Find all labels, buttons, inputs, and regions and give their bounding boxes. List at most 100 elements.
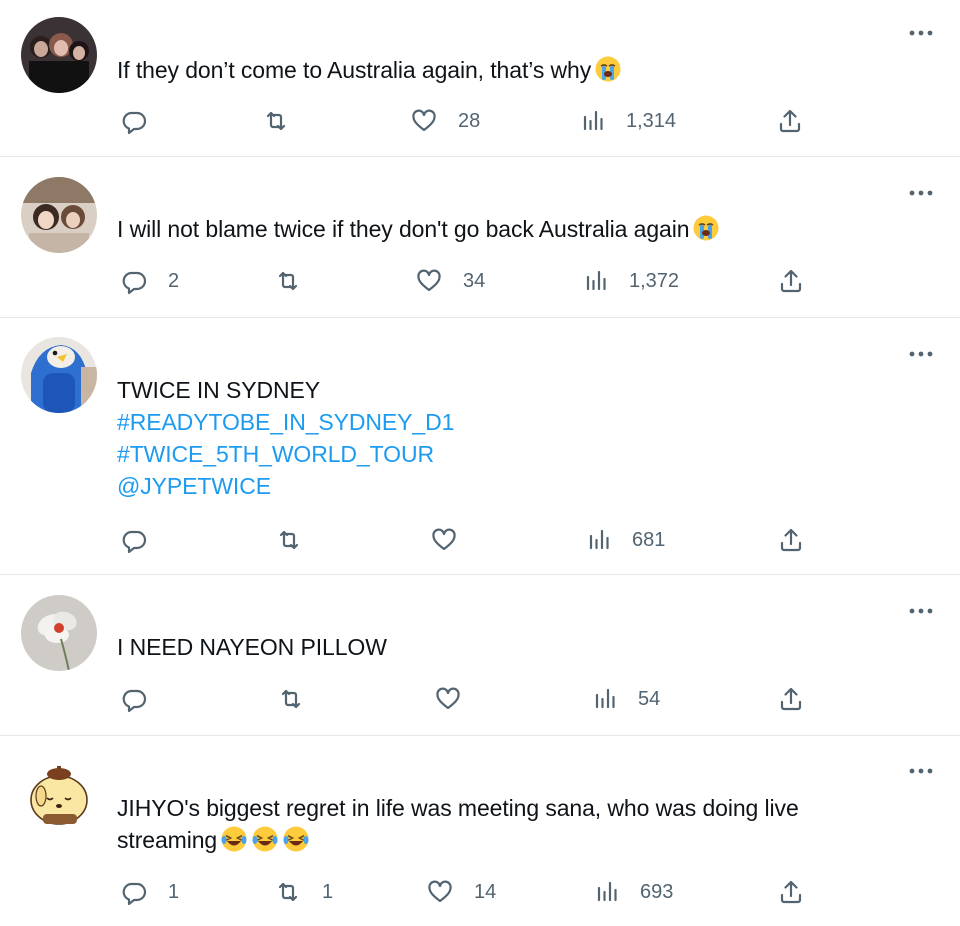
bar-chart-icon: [588, 528, 612, 552]
share-icon: [777, 267, 805, 295]
more-options-icon[interactable]: [908, 188, 934, 198]
share-icon: [777, 526, 805, 554]
view-count: 1,314: [626, 109, 677, 132]
retweet-icon: [275, 526, 303, 554]
heart-icon: [434, 685, 462, 713]
reply-count: 2: [168, 269, 180, 292]
tweet-actions: 54: [0, 684, 960, 714]
more-options-icon[interactable]: [908, 766, 934, 776]
views-button[interactable]: 1,314: [582, 106, 676, 136]
tweet[interactable]: TWICE IN SYDNEY #READYTOBE_IN_SYDNEY_D1 …: [0, 318, 960, 574]
like-button[interactable]: [430, 525, 478, 555]
tweet[interactable]: I NEED NAYEON PILLOW 54: [0, 575, 960, 735]
share-icon: [776, 107, 804, 135]
laughing-tears-emoji: [282, 825, 310, 853]
tweet-actions: 2 34 1,372: [0, 266, 960, 296]
tweet-text-line: I NEED NAYEON PILLOW: [117, 634, 387, 660]
flower-avatar[interactable]: [21, 595, 97, 671]
tweet-actions: 28 1,314: [0, 106, 960, 136]
retweet-button[interactable]: [274, 266, 322, 296]
tweet-text-line: I will not blame twice if they don't go …: [117, 216, 690, 242]
tweet-text: TWICE IN SYDNEY #READYTOBE_IN_SYDNEY_D1 …: [117, 374, 900, 502]
like-button[interactable]: 28: [410, 106, 480, 136]
bar-chart-icon: [594, 687, 618, 711]
tweet-text-line: JIHYO's biggest regret in life was meeti…: [117, 795, 799, 821]
like-button[interactable]: 14: [426, 877, 496, 907]
heart-icon: [430, 526, 458, 554]
more-options-icon[interactable]: [908, 28, 934, 38]
reply-icon: [120, 107, 148, 135]
like-count: 34: [463, 269, 486, 292]
reply-button[interactable]: 1: [120, 877, 179, 907]
view-count: 54: [638, 687, 661, 710]
views-button[interactable]: 1,372: [585, 266, 679, 296]
views-button[interactable]: 681: [588, 525, 665, 555]
hashtag-link[interactable]: #TWICE_5TH_WORLD_TOUR: [117, 438, 900, 470]
like-button[interactable]: 34: [415, 266, 485, 296]
tweet-actions: 1 1 14 693: [0, 877, 960, 907]
retweet-button[interactable]: 1: [274, 877, 333, 907]
tweet[interactable]: JIHYO's biggest regret in life was meeti…: [0, 736, 960, 926]
retweet-button[interactable]: [277, 684, 325, 714]
more-options-icon[interactable]: [908, 349, 934, 359]
share-icon: [777, 685, 805, 713]
reply-icon: [120, 267, 148, 295]
heart-icon: [410, 107, 438, 135]
like-count: 14: [474, 880, 497, 903]
view-count: 681: [632, 528, 666, 551]
crying-face-emoji: [692, 214, 720, 242]
reply-count: 1: [168, 880, 180, 903]
tweet-text: If they don’t come to Australia again, t…: [117, 54, 900, 86]
share-button[interactable]: [777, 877, 805, 907]
tweet-text-line: TWICE IN SYDNEY: [117, 377, 320, 403]
retweet-icon: [274, 267, 302, 295]
retweet-icon: [277, 685, 305, 713]
reply-button[interactable]: [120, 106, 168, 136]
share-button[interactable]: [777, 525, 805, 555]
bar-chart-icon: [585, 269, 609, 293]
reply-button[interactable]: [120, 525, 168, 555]
laughing-tears-emoji: [220, 825, 248, 853]
reply-button[interactable]: [120, 684, 168, 714]
share-button[interactable]: [776, 106, 804, 136]
tweet-text: I NEED NAYEON PILLOW: [117, 631, 900, 663]
retweet-count: 1: [322, 880, 334, 903]
more-options-icon[interactable]: [908, 606, 934, 616]
like-count: 28: [458, 109, 481, 132]
views-button[interactable]: 693: [596, 877, 673, 907]
share-button[interactable]: [777, 684, 805, 714]
view-count: 1,372: [629, 269, 680, 292]
penguin-costume-avatar[interactable]: [21, 337, 97, 413]
reply-icon: [120, 685, 148, 713]
tweet-feed: If they don’t come to Australia again, t…: [0, 0, 960, 926]
pompompurin-avatar[interactable]: [21, 756, 97, 832]
views-button[interactable]: 54: [594, 684, 660, 714]
tweet-text: JIHYO's biggest regret in life was meeti…: [117, 792, 900, 856]
retweet-icon: [274, 878, 302, 906]
retweet-icon: [262, 107, 290, 135]
retweet-button[interactable]: [262, 106, 310, 136]
two-people-avatar[interactable]: [21, 177, 97, 253]
retweet-button[interactable]: [275, 525, 323, 555]
tweet-text-line: streaming: [117, 827, 218, 853]
reply-button[interactable]: 2: [120, 266, 179, 296]
tweet[interactable]: I will not blame twice if they don't go …: [0, 157, 960, 317]
tweet-text: I will not blame twice if they don't go …: [117, 213, 900, 245]
tweet[interactable]: If they don’t come to Australia again, t…: [0, 0, 960, 156]
hashtag-link[interactable]: #READYTOBE_IN_SYDNEY_D1: [117, 406, 900, 438]
view-count: 693: [640, 880, 674, 903]
crying-face-emoji: [594, 55, 622, 83]
share-button[interactable]: [777, 266, 805, 296]
bar-chart-icon: [596, 880, 620, 904]
group-photo-avatar[interactable]: [21, 17, 97, 93]
tweet-text-line: If they don’t come to Australia again, t…: [117, 57, 592, 83]
reply-icon: [120, 878, 148, 906]
laughing-tears-emoji: [251, 825, 279, 853]
like-button[interactable]: [434, 684, 482, 714]
reply-icon: [120, 526, 148, 554]
tweet-actions: 681: [0, 525, 960, 555]
heart-icon: [426, 878, 454, 906]
mention-link[interactable]: @JYPETWICE: [117, 470, 900, 502]
share-icon: [777, 878, 805, 906]
bar-chart-icon: [582, 109, 606, 133]
